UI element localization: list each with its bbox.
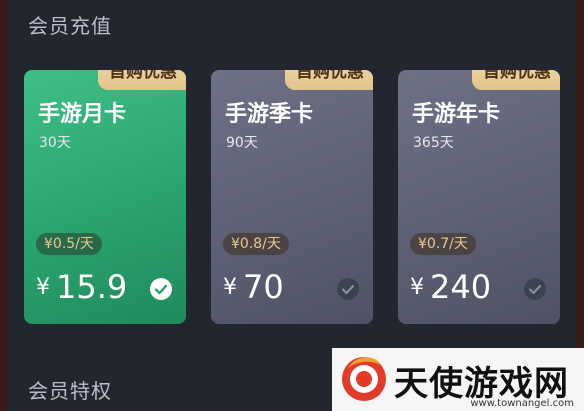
plan-name: 手游年卡 xyxy=(412,102,501,127)
per-day-price-tag: ¥0.5/天 xyxy=(36,233,102,255)
plan-name: 手游季卡 xyxy=(225,102,314,127)
currency-symbol: ¥ xyxy=(223,275,237,300)
plan-duration: 30天 xyxy=(39,135,71,151)
left-frame-border xyxy=(0,0,8,411)
per-day-price-tag: ¥0.7/天 xyxy=(410,233,476,255)
price-amount: 70 xyxy=(243,268,284,306)
site-watermark: 天使游戏网 www.townangel.com xyxy=(332,348,584,411)
plan-card-monthly[interactable]: 首购优惠 手游月卡 30天 ¥0.5/天 ¥15.9 xyxy=(24,70,186,324)
price-amount: 15.9 xyxy=(56,268,128,306)
currency-symbol: ¥ xyxy=(36,275,50,300)
plan-duration: 90天 xyxy=(226,135,258,151)
plan-price: ¥15.9 xyxy=(36,268,127,306)
watermark-logo-icon xyxy=(342,357,386,401)
first-purchase-badge: 首购优惠 xyxy=(285,70,373,90)
watermark-url: www.townangel.com xyxy=(470,398,574,409)
plan-card-quarterly[interactable]: 首购优惠 手游季卡 90天 ¥0.8/天 ¥70 xyxy=(211,70,373,324)
check-circle-icon[interactable] xyxy=(337,278,359,300)
plan-card-yearly[interactable]: 首购优惠 手游年卡 365天 ¥0.7/天 ¥240 xyxy=(398,70,560,324)
plan-name: 手游月卡 xyxy=(38,102,127,127)
plan-price: ¥240 xyxy=(410,268,491,306)
section-title-privileges: 会员特权 xyxy=(28,379,112,403)
first-purchase-badge: 首购优惠 xyxy=(98,70,186,90)
price-amount: 240 xyxy=(430,268,492,306)
currency-symbol: ¥ xyxy=(410,275,424,300)
plan-duration: 365天 xyxy=(413,135,454,151)
section-title-recharge: 会员充值 xyxy=(28,14,112,38)
per-day-price-tag: ¥0.8/天 xyxy=(223,233,289,255)
plan-price: ¥70 xyxy=(223,268,284,306)
check-circle-icon[interactable] xyxy=(150,278,172,300)
first-purchase-badge: 首购优惠 xyxy=(472,70,560,90)
check-circle-icon[interactable] xyxy=(524,278,546,300)
